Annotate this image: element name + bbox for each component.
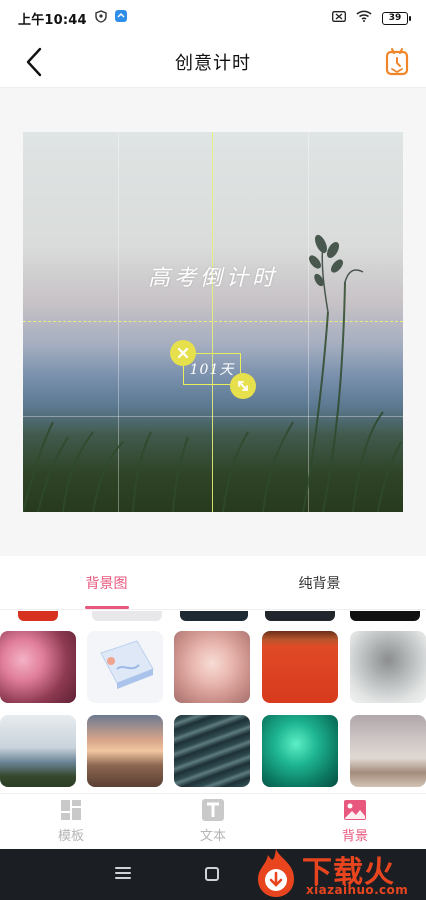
background-tabs: 背景图 纯背景 bbox=[0, 556, 426, 610]
flame-logo-icon bbox=[258, 849, 294, 897]
app-notification-icon bbox=[114, 10, 127, 26]
grass-silhouette-image bbox=[23, 234, 402, 512]
status-bar: 上午10:44 39 bbox=[0, 0, 426, 36]
back-button[interactable] bbox=[18, 46, 50, 78]
watermark-url: xiazaihuo.com bbox=[306, 883, 409, 897]
history-button[interactable] bbox=[382, 46, 412, 78]
nav-background-label: 背景 bbox=[341, 829, 368, 844]
shield-icon bbox=[95, 9, 107, 27]
thumbnail-cloudy-beach[interactable] bbox=[350, 715, 426, 787]
thumbnail-partial bbox=[92, 611, 162, 621]
thumbnail-grass-silhouette[interactable] bbox=[0, 715, 76, 787]
thumbnail-partial bbox=[350, 611, 420, 621]
thumbnail-dark-waves[interactable] bbox=[174, 715, 250, 787]
delete-handle[interactable] bbox=[170, 340, 196, 366]
thumbnail-ink-mountain[interactable] bbox=[350, 631, 426, 703]
nav-template-label: 模板 bbox=[57, 829, 84, 844]
thumbnail-partial bbox=[180, 611, 248, 621]
nav-background[interactable]: 背景 bbox=[284, 794, 426, 849]
wifi-icon bbox=[356, 10, 372, 26]
clock-tag-icon bbox=[385, 48, 409, 76]
thumbnail-sunset-beach[interactable] bbox=[87, 715, 163, 787]
watermark: 下载火 xiazaihuo.com bbox=[250, 845, 426, 900]
tab-background-image[interactable]: 背景图 bbox=[0, 556, 213, 609]
template-grid-icon bbox=[61, 800, 81, 820]
thumbnail-isometric-card[interactable] bbox=[87, 631, 163, 703]
thumbnail-partial bbox=[265, 611, 335, 621]
home-button[interactable] bbox=[205, 867, 219, 881]
thumbnail-green-water-drops[interactable] bbox=[262, 715, 338, 787]
status-time: 上午10:44 bbox=[18, 12, 87, 28]
bottom-nav: 模板 文本 背景 bbox=[0, 793, 426, 849]
recent-apps-button[interactable] bbox=[115, 867, 131, 881]
countdown-preview[interactable]: 高考倒计时 101天 bbox=[23, 132, 403, 512]
nav-text-label: 文本 bbox=[199, 829, 226, 844]
countdown-title-text[interactable]: 高考倒计时 bbox=[23, 260, 403, 292]
thumbnail-pink-blossom[interactable] bbox=[0, 631, 76, 703]
nav-template[interactable]: 模板 bbox=[0, 794, 142, 849]
background-thumbnail-grid bbox=[0, 611, 426, 793]
thumbnail-partial bbox=[18, 611, 58, 621]
page-title: 创意计时 bbox=[175, 52, 251, 74]
resize-handle[interactable] bbox=[230, 373, 256, 399]
text-t-icon bbox=[202, 799, 224, 821]
isometric-card-illustration bbox=[100, 640, 154, 689]
thumbnail-red-wall[interactable] bbox=[262, 631, 338, 703]
battery-icon: 39 bbox=[382, 11, 411, 25]
close-icon bbox=[177, 347, 189, 359]
no-sim-icon bbox=[332, 10, 346, 26]
tab-solid-background[interactable]: 纯背景 bbox=[213, 556, 426, 609]
resize-icon bbox=[238, 381, 248, 391]
image-icon bbox=[344, 800, 366, 820]
thumbnail-pink-rose[interactable] bbox=[174, 631, 250, 703]
chevron-left-icon bbox=[26, 47, 42, 77]
header: 创意计时 bbox=[0, 36, 426, 88]
canvas-area: 高考倒计时 101天 bbox=[0, 88, 426, 556]
nav-text[interactable]: 文本 bbox=[142, 794, 284, 849]
